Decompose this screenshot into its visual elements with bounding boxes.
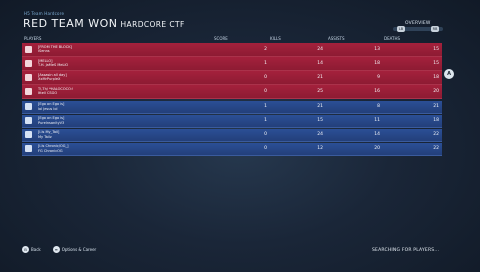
player-emblem-icon xyxy=(25,73,32,81)
column-assists: ASSISTS xyxy=(328,36,345,41)
a-button-icon[interactable]: A xyxy=(444,69,454,79)
menu-button-icon[interactable]: ≡ xyxy=(52,246,60,253)
player-row[interactable]: [Ego on Ego is] lol Jesus lol 1 21 8 21 xyxy=(22,100,442,114)
back-button[interactable]: Back xyxy=(31,247,41,252)
deaths-value: 20 xyxy=(433,88,439,94)
score-value: 0 xyxy=(264,74,267,80)
player-name: [I.Is Chronic/OG_] FG ChronicOG xyxy=(38,144,69,153)
scoreboard: [FROM THE BLOCK] iSenns 2 24 13 15 [MELLO… xyxy=(22,43,442,157)
game-mode: HARDCORE CTF xyxy=(120,20,185,29)
assists-value: 16 xyxy=(374,88,380,94)
player-row[interactable]: [FROM THE BLOCK] iSenns 2 24 13 15 xyxy=(22,43,442,57)
lb-button-icon[interactable]: LB xyxy=(397,26,405,32)
column-players: PLAYERS xyxy=(24,36,42,41)
kills-value: 21 xyxy=(317,74,323,80)
rb-button-icon[interactable]: RB xyxy=(431,26,439,32)
deaths-value: 18 xyxy=(433,118,439,123)
player-emblem-icon xyxy=(25,145,32,152)
score-value: 1 xyxy=(264,60,267,66)
kills-value: 25 xyxy=(317,88,323,94)
player-name: T\.Th/ *HALOCOCO:! Ittell CSGO xyxy=(38,86,74,96)
deaths-value: 15 xyxy=(433,60,439,66)
deaths-value: 21 xyxy=(433,104,439,109)
b-button-icon[interactable]: B xyxy=(22,246,29,253)
player-row[interactable]: [Ego on Ego is] PureInsanityV3 1 15 11 18 xyxy=(22,114,442,128)
deaths-value: 15 xyxy=(433,46,439,52)
column-kills: KILLS xyxy=(270,36,281,41)
kills-value: 15 xyxy=(317,118,323,123)
player-emblem-icon xyxy=(25,117,32,124)
assists-value: 13 xyxy=(374,46,380,52)
assists-value: 11 xyxy=(374,118,380,123)
score-value: 0 xyxy=(264,132,267,137)
player-row[interactable]: [MELLO] T.H. JaMeS MeLlO 1 14 18 15 xyxy=(22,57,442,71)
score-value: 1 xyxy=(264,118,267,123)
overview-tab-label[interactable]: OVERVIEW xyxy=(405,21,431,26)
matchmaking-status: SEARCHING FOR PLAYERS... xyxy=(372,248,440,253)
player-name: [MELLO] T.H. JaMeS MeLlO xyxy=(38,58,69,68)
overview-tab-switcher[interactable]: LB RB xyxy=(393,26,443,32)
player-name: [Ego on Ego is] lol Jesus lol xyxy=(38,102,65,111)
assists-value: 20 xyxy=(374,146,380,151)
kills-value: 24 xyxy=(317,132,323,137)
column-score: SCORE xyxy=(214,36,228,41)
kills-value: 14 xyxy=(317,60,323,66)
options-career-button[interactable]: Options & Career xyxy=(62,247,96,252)
page-title: RED TEAM WON HARDCORE CTF xyxy=(23,17,185,30)
player-name: [Assasin all day] XxMrPurpleX xyxy=(38,72,67,82)
score-value: 1 xyxy=(264,104,267,109)
result-title: RED TEAM WON xyxy=(23,17,118,30)
player-row[interactable]: T\.Th/ *HALOCOCO:! Ittell CSGO 0 25 16 20 xyxy=(22,85,442,99)
player-name: [Ego on Ego is] PureInsanityV3 xyxy=(38,116,65,125)
kills-value: 21 xyxy=(317,104,323,109)
assists-value: 14 xyxy=(374,132,380,137)
player-emblem-icon xyxy=(25,59,32,67)
deaths-value: 22 xyxy=(433,146,439,151)
deaths-value: 22 xyxy=(433,132,439,137)
score-value: 0 xyxy=(264,88,267,94)
player-emblem-icon xyxy=(25,131,32,138)
score-value: 2 xyxy=(264,46,267,52)
kills-value: 24 xyxy=(317,46,323,52)
scoreboard-header: PLAYERS SCORE KILLS ASSISTS DEATHS xyxy=(22,36,442,42)
deaths-value: 18 xyxy=(433,74,439,80)
player-row[interactable]: [I.Is Chronic/OG_] FG ChronicOG 0 12 20 2… xyxy=(22,142,442,156)
player-emblem-icon xyxy=(25,87,32,95)
column-deaths: DEATHS xyxy=(384,36,401,41)
assists-value: 9 xyxy=(377,74,380,80)
breadcrumb: H5 Team Hardcore xyxy=(24,11,65,16)
player-row[interactable]: [I.Is My_Tail] My Tailz 0 24 14 22 xyxy=(22,128,442,142)
kills-value: 12 xyxy=(317,146,323,151)
player-name: [FROM THE BLOCK] iSenns xyxy=(38,44,72,54)
player-row[interactable]: [Assasin all day] XxMrPurpleX 0 21 9 18 xyxy=(22,71,442,85)
assists-value: 18 xyxy=(374,60,380,66)
assists-value: 8 xyxy=(377,104,380,109)
score-value: 0 xyxy=(264,146,267,151)
player-name: [I.Is My_Tail] My Tailz xyxy=(38,130,60,139)
player-emblem-icon xyxy=(25,45,32,53)
player-emblem-icon xyxy=(25,103,32,110)
footer-controls: B Back ≡ Options & Career xyxy=(22,246,96,253)
